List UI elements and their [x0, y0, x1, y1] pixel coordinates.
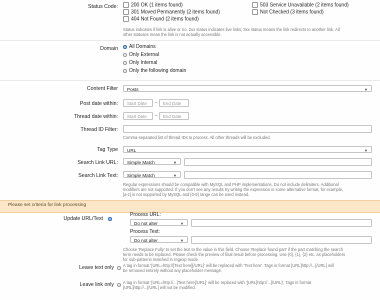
option-label: 200 OK (1 items found) [131, 2, 183, 9]
select-value: Do not alter [134, 238, 158, 243]
status-code-label: Status Code: [88, 4, 118, 10]
chevron-down-icon: ▼ [180, 221, 184, 226]
domain-option-all[interactable]: All Domains [123, 44, 156, 51]
post-date-label: Post date within: [79, 101, 118, 107]
search-link-url-input[interactable] [184, 158, 372, 166]
date-separator: – [155, 100, 158, 105]
leave-text-only-label: Leave text only [79, 265, 114, 271]
domain-label: Domain [100, 46, 118, 52]
radio[interactable] [117, 265, 121, 270]
tag-type-label: Tag Type [97, 147, 118, 153]
domain-option-following[interactable]: Only the following domain [123, 68, 186, 75]
divider [0, 80, 380, 81]
process-url-label: Process URL: [130, 212, 161, 218]
select-value: Do not alter [134, 221, 158, 226]
content-filter-select[interactable]: Posts ▼ [123, 85, 372, 92]
post-date-start-input[interactable]: Start Date [123, 99, 153, 107]
search-link-url-label: Search Link URL: [77, 160, 118, 166]
post-date-end-input[interactable]: End Date [159, 99, 189, 107]
process-text-select[interactable]: Do not alter ▼ [130, 236, 188, 243]
checkbox[interactable] [123, 16, 129, 22]
option-label: Only the following domain [129, 68, 187, 74]
radio[interactable] [123, 44, 127, 49]
option-label: 301 Moved Permanently (2 items found) [131, 9, 220, 16]
select-value: Posts [127, 87, 139, 92]
thread-date-start-input[interactable]: Start Date [123, 112, 153, 120]
radio[interactable] [123, 60, 127, 65]
criteria-band: Please set criteria for link processing [0, 200, 380, 213]
chevron-down-icon: ▼ [364, 87, 368, 92]
thread-id-note: Comma-separated list of thread IDs to pr… [123, 135, 271, 140]
status-note: Status indicates if link is alive or no.… [123, 27, 340, 38]
radio[interactable] [108, 216, 112, 221]
domain-option-external[interactable]: Only External [123, 52, 159, 59]
regex-note: Regular expressions should be compatible… [123, 182, 344, 198]
select-value: Simple Match [127, 173, 155, 178]
search-link-text-label: Search Link Text: [78, 173, 118, 179]
radio[interactable] [123, 68, 127, 73]
divider [0, 40, 380, 41]
leave-link-only-label: Leave link only [79, 282, 114, 288]
chevron-down-icon: ▼ [173, 160, 177, 165]
process-url-select[interactable]: Do not alter ▼ [130, 219, 188, 226]
status-option-404[interactable]: 404 Not Found (2 items found) [123, 16, 199, 23]
option-label: 503 Service Unavailable (2 items found) [260, 2, 349, 9]
search-url-match-select[interactable]: Simple Match ▼ [123, 158, 181, 165]
option-label: Only External [129, 52, 160, 58]
date-separator: – [155, 113, 158, 118]
tag-type-select[interactable]: URL ▼ [123, 146, 372, 153]
status-option-not-checked[interactable]: Not Checked (3 items found) [252, 9, 324, 16]
search-link-text-input[interactable] [184, 171, 372, 179]
content-filter-label: Content Filter [86, 86, 118, 92]
thread-id-input[interactable] [123, 125, 372, 133]
select-value: URL [127, 148, 137, 153]
chevron-down-icon: ▼ [180, 238, 184, 243]
checkbox[interactable] [123, 2, 129, 8]
process-url-input[interactable] [191, 219, 372, 227]
option-label: 404 Not Found (2 items found) [131, 16, 199, 23]
update-note: Choose 'Replace Fully' to set the text t… [123, 247, 346, 263]
domain-option-internal[interactable]: Only Internal [123, 60, 157, 67]
update-radio[interactable] [108, 216, 114, 222]
radio[interactable] [123, 52, 127, 57]
chevron-down-icon: ▼ [364, 148, 368, 153]
option-label: Not Checked (3 items found) [260, 9, 324, 16]
update-label: Update URL/Text [63, 216, 103, 222]
process-text-input[interactable] [191, 236, 372, 244]
radio[interactable] [117, 282, 121, 287]
option-label: Only Internal [129, 60, 158, 66]
band-text: Please set criteria for link processing [8, 203, 87, 208]
process-text-label: Process Text: [130, 229, 160, 235]
chevron-down-icon: ▼ [173, 173, 177, 178]
search-text-match-select[interactable]: Simple Match ▼ [123, 171, 181, 178]
checkbox[interactable] [123, 9, 129, 15]
checkbox[interactable] [252, 2, 258, 8]
thread-id-label: Thread ID Filter: [80, 127, 118, 133]
thread-date-end-input[interactable]: End Date [159, 112, 189, 120]
leave-text-only-note: A tag in format '[URL=http://[Text here]… [123, 263, 334, 274]
option-label: All Domains [129, 44, 156, 50]
thread-date-label: Thread date within: [73, 114, 118, 120]
leave-link-only-note: A tag in format '[URL=http://...]Text he… [123, 280, 312, 291]
checkbox[interactable] [252, 9, 258, 15]
select-value: Simple Match [127, 160, 155, 165]
